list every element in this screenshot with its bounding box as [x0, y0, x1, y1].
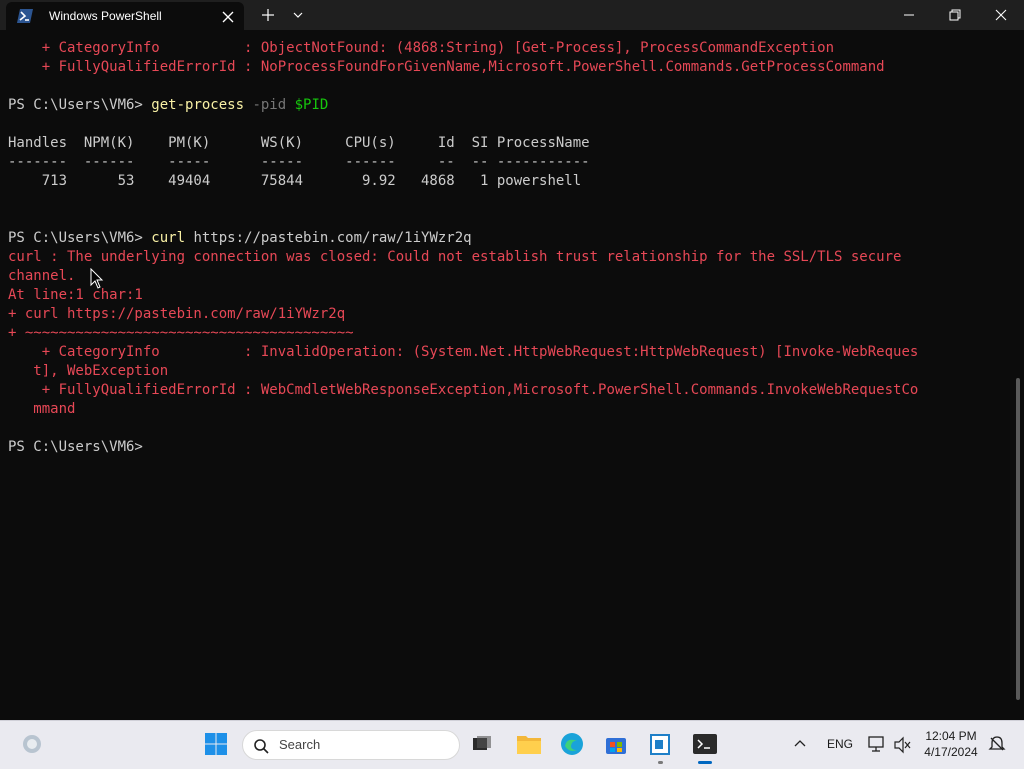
chevron-up-icon[interactable]: [793, 737, 807, 751]
error-line: + curl https://pastebin.com/raw/1iYWzr2q: [8, 306, 346, 322]
close-tab-icon[interactable]: [220, 9, 236, 25]
clock[interactable]: 12:04 PM 4/17/2024: [918, 728, 984, 760]
date: 4/17/2024: [924, 745, 978, 759]
search-placeholder: Search: [279, 737, 321, 752]
title-bar: Windows PowerShell: [0, 0, 1024, 30]
minimize-button[interactable]: [886, 0, 932, 30]
command: curl: [151, 230, 186, 246]
parameter: -pid: [244, 97, 295, 113]
volume-muted-icon[interactable]: [893, 736, 911, 754]
active-app-indicator: [698, 761, 712, 764]
error-line: + ~~~~~~~~~~~~~~~~~~~~~~~~~~~~~~~~~~~~~~…: [8, 325, 354, 341]
windows-start-icon[interactable]: [204, 732, 228, 756]
new-tab-icon[interactable]: [259, 7, 277, 23]
search-input[interactable]: Search: [242, 730, 460, 760]
argument: https://pastebin.com/raw/1iYWzr2q: [185, 230, 472, 246]
close-icon: [995, 9, 1007, 21]
restore-button[interactable]: [932, 0, 978, 30]
error-line: t], WebException: [8, 363, 169, 379]
terminal-output[interactable]: + CategoryInfo : ObjectNotFound: (4868:S…: [0, 30, 1016, 720]
error-line: mmand: [8, 401, 76, 417]
widgets-icon[interactable]: [20, 732, 44, 756]
running-indicator: [658, 761, 663, 764]
close-window-button[interactable]: [978, 0, 1024, 30]
minimize-icon: [904, 14, 914, 16]
terminal-icon[interactable]: [692, 733, 718, 755]
terminal-line: + FullyQualifiedErrorId : NoProcessFound…: [8, 59, 885, 75]
tab-title: Windows PowerShell: [49, 9, 162, 23]
vertical-scrollbar[interactable]: [1016, 378, 1020, 700]
restore-icon: [949, 9, 961, 21]
time: 12:04 PM: [925, 729, 977, 743]
error-line: At line:1 char:1: [8, 287, 143, 303]
notifications-icon[interactable]: [988, 735, 1006, 753]
current-prompt[interactable]: PS C:\Users\VM6>: [8, 438, 143, 457]
terminal-line: + CategoryInfo : ObjectNotFound: (4868:S…: [8, 40, 835, 56]
file-explorer-icon[interactable]: [516, 732, 542, 756]
prompt: PS C:\Users\VM6>: [8, 97, 152, 113]
mouse-pointer-icon: [90, 268, 104, 289]
tab-windows-powershell[interactable]: Windows PowerShell: [6, 2, 244, 30]
network-icon[interactable]: [867, 735, 887, 753]
error-line: channel.: [8, 268, 76, 284]
error-line: curl : The underlying connection was clo…: [8, 249, 902, 265]
prompt: PS C:\Users\VM6>: [8, 230, 152, 246]
variable: $PID: [294, 97, 329, 113]
language-indicator[interactable]: ENG: [827, 737, 853, 751]
error-line: + CategoryInfo : InvalidOperation: (Syst…: [8, 344, 919, 360]
notepad-icon[interactable]: [648, 732, 672, 756]
powershell-icon: [17, 9, 33, 23]
store-icon[interactable]: [604, 732, 628, 756]
chevron-down-icon[interactable]: [291, 8, 305, 22]
table-separator: ------- ------ ----- ----- ------ -- -- …: [8, 154, 590, 170]
prompt-line: PS C:\Users\VM6> get-process -pid $PID: [8, 96, 328, 115]
error-line: + FullyQualifiedErrorId : WebCmdletWebRe…: [8, 382, 919, 398]
table-header: Handles NPM(K) PM(K) WS(K) CPU(s) Id SI …: [8, 135, 590, 151]
table-row: 713 53 49404 75844 9.92 4868 1 powershel…: [8, 173, 582, 189]
search-icon: [254, 739, 269, 754]
edge-icon[interactable]: [559, 731, 585, 757]
task-view-icon[interactable]: [472, 734, 492, 754]
command: get-process: [151, 97, 245, 113]
prompt-line: PS C:\Users\VM6> curl https://pastebin.c…: [8, 229, 472, 248]
